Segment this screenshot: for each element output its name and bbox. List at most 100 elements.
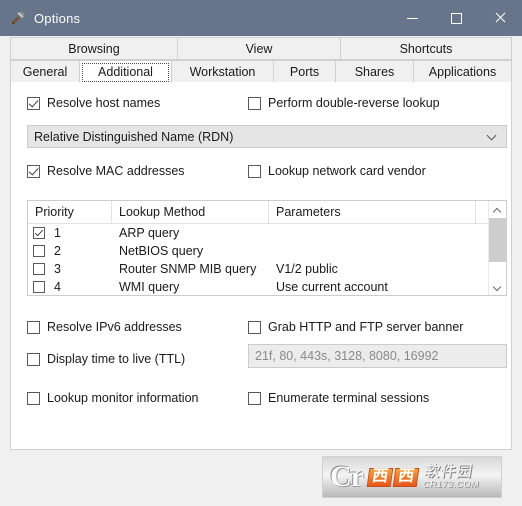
tab-browsing[interactable]: Browsing bbox=[10, 37, 178, 60]
scroll-down-icon[interactable] bbox=[489, 278, 506, 295]
scrollbar-track[interactable] bbox=[489, 218, 506, 278]
tab-shares-label: Shares bbox=[354, 64, 395, 79]
row-priority-cell: 1 bbox=[28, 226, 112, 240]
checkbox-perform-double-reverse-lookup-box bbox=[248, 96, 261, 110]
checkbox-enumerate-terminal-sessions[interactable]: Enumerate terminal sessions bbox=[248, 391, 429, 405]
tab-ports[interactable]: Ports bbox=[274, 60, 336, 83]
checkbox-lookup-monitor-information[interactable]: Lookup monitor information bbox=[27, 391, 198, 405]
table-row[interactable]: 3 Router SNMP MIB query V1/2 public bbox=[28, 260, 488, 278]
tab-row-top: Browsing View Shortcuts bbox=[10, 37, 512, 60]
site-watermark: Cr 西 西 软件园 CR173.COM bbox=[322, 456, 502, 498]
table-row[interactable]: 4 WMI query Use current account bbox=[28, 278, 488, 295]
row-priority-cell: 3 bbox=[28, 262, 112, 276]
watermark-site-domain: CR173.COM bbox=[422, 479, 480, 489]
row-priority-value: 3 bbox=[54, 262, 61, 276]
tab-shortcuts-label: Shortcuts bbox=[399, 41, 453, 56]
row-checkbox[interactable] bbox=[33, 263, 45, 275]
banner-ports-input[interactable]: 21f, 80, 443s, 3128, 8080, 16992 bbox=[248, 344, 507, 368]
maximize-icon bbox=[450, 12, 462, 24]
watermark-brand: Cr bbox=[330, 460, 364, 493]
list-scrollbar[interactable] bbox=[488, 201, 506, 295]
close-button[interactable] bbox=[478, 0, 522, 36]
row-priority-value: 2 bbox=[54, 244, 61, 258]
window-controls bbox=[390, 0, 522, 36]
tab-shortcuts[interactable]: Shortcuts bbox=[341, 37, 512, 60]
tab-additional[interactable]: Additional bbox=[80, 60, 172, 83]
checkbox-grab-http-ftp-banner-label: Grab HTTP and FTP server banner bbox=[268, 320, 464, 334]
checkbox-resolve-mac-addresses[interactable]: Resolve MAC addresses bbox=[27, 164, 185, 178]
table-row[interactable]: 2 NetBIOS query bbox=[28, 242, 488, 260]
scrollbar-thumb[interactable] bbox=[489, 218, 506, 262]
tab-ports-label: Ports bbox=[289, 64, 320, 79]
minimize-icon bbox=[406, 17, 418, 19]
checkbox-grab-http-ftp-banner-box bbox=[248, 320, 261, 334]
tab-applications-label: Applications bbox=[428, 64, 497, 79]
checkbox-display-ttl-box bbox=[27, 352, 40, 366]
row-method-cell: WMI query bbox=[119, 280, 180, 294]
name-format-combobox[interactable]: Relative Distinguished Name (RDN) bbox=[27, 125, 507, 148]
checkbox-display-ttl[interactable]: Display time to live (TTL) bbox=[27, 352, 185, 366]
row-priority-cell: 4 bbox=[28, 280, 112, 294]
close-icon bbox=[494, 12, 506, 24]
lookup-method-list-header: Priority Lookup Method Parameters bbox=[28, 201, 488, 224]
tab-additional-label: Additional bbox=[98, 64, 153, 79]
column-header-parameters[interactable]: Parameters bbox=[269, 201, 476, 223]
title-bar: Options bbox=[0, 0, 522, 36]
checkbox-resolve-mac-addresses-label: Resolve MAC addresses bbox=[47, 164, 185, 178]
watermark-char-1: 西 bbox=[366, 467, 394, 487]
checkbox-lookup-network-card-vendor[interactable]: Lookup network card vendor bbox=[248, 164, 426, 178]
row-parameters-cell: V1/2 public bbox=[276, 262, 338, 276]
checkbox-resolve-ipv6-addresses[interactable]: Resolve IPv6 addresses bbox=[27, 320, 182, 334]
checkbox-lookup-network-card-vendor-label: Lookup network card vendor bbox=[268, 164, 426, 178]
row-priority-value: 1 bbox=[54, 226, 61, 240]
row-method-cell: NetBIOS query bbox=[119, 244, 204, 258]
maximize-button[interactable] bbox=[434, 0, 478, 36]
tab-general-label: General bbox=[22, 64, 68, 79]
tab-workstation-label: Workstation bbox=[189, 64, 256, 79]
row-priority-cell: 2 bbox=[28, 244, 112, 258]
watermark-char-2: 西 bbox=[392, 467, 420, 487]
watermark-site: 软件园 CR173.COM bbox=[422, 463, 482, 490]
checkbox-resolve-host-names-box bbox=[27, 96, 40, 110]
checkbox-resolve-ipv6-addresses-box bbox=[27, 320, 40, 334]
checkbox-resolve-host-names[interactable]: Resolve host names bbox=[27, 96, 160, 110]
checkbox-grab-http-ftp-banner[interactable]: Grab HTTP and FTP server banner bbox=[248, 320, 463, 334]
name-format-combobox-value: Relative Distinguished Name (RDN) bbox=[34, 129, 234, 144]
watermark-chars: 西 西 bbox=[366, 467, 420, 487]
row-priority-value: 4 bbox=[54, 280, 61, 294]
lookup-method-list-body: Priority Lookup Method Parameters 1 ARP … bbox=[28, 201, 488, 295]
tab-view-label: View bbox=[245, 41, 273, 56]
row-checkbox[interactable] bbox=[33, 281, 45, 293]
row-checkbox[interactable] bbox=[33, 245, 45, 257]
chevron-down-icon bbox=[488, 132, 497, 141]
tab-browsing-label: Browsing bbox=[68, 41, 120, 56]
row-parameters-cell: Use current account bbox=[276, 280, 388, 294]
row-checkbox[interactable] bbox=[33, 227, 45, 239]
column-header-lookup-method[interactable]: Lookup Method bbox=[112, 201, 269, 223]
row-method-cell: Router SNMP MIB query bbox=[119, 262, 257, 276]
tools-icon bbox=[10, 10, 26, 26]
checkbox-perform-double-reverse-lookup-label: Perform double-reverse lookup bbox=[268, 96, 440, 110]
tab-general[interactable]: General bbox=[10, 60, 80, 83]
watermark-site-name: 软件园 bbox=[423, 463, 474, 480]
tab-applications[interactable]: Applications bbox=[414, 60, 512, 83]
column-header-priority[interactable]: Priority bbox=[28, 201, 112, 223]
checkbox-perform-double-reverse-lookup[interactable]: Perform double-reverse lookup bbox=[248, 96, 440, 110]
tab-shares[interactable]: Shares bbox=[336, 60, 414, 83]
scroll-up-icon[interactable] bbox=[489, 201, 506, 218]
column-header-extra[interactable] bbox=[476, 201, 488, 223]
tab-view[interactable]: View bbox=[178, 37, 341, 60]
checkbox-lookup-monitor-information-box bbox=[27, 391, 40, 405]
checkbox-display-ttl-label: Display time to live (TTL) bbox=[47, 352, 186, 366]
tab-strip: Browsing View Shortcuts General Addition… bbox=[10, 37, 512, 83]
tab-workstation[interactable]: Workstation bbox=[172, 60, 274, 83]
lookup-method-list[interactable]: Priority Lookup Method Parameters 1 ARP … bbox=[27, 200, 507, 296]
checkbox-resolve-mac-addresses-box bbox=[27, 164, 40, 178]
tab-row-bottom: General Additional Workstation Ports Sha… bbox=[10, 60, 512, 83]
checkbox-enumerate-terminal-sessions-box bbox=[248, 391, 261, 405]
table-row[interactable]: 1 ARP query bbox=[28, 224, 488, 242]
window-title: Options bbox=[34, 10, 81, 26]
checkbox-lookup-monitor-information-label: Lookup monitor information bbox=[47, 391, 199, 405]
additional-tab-panel: Resolve host names Perform double-revers… bbox=[10, 82, 512, 450]
minimize-button[interactable] bbox=[390, 0, 434, 36]
